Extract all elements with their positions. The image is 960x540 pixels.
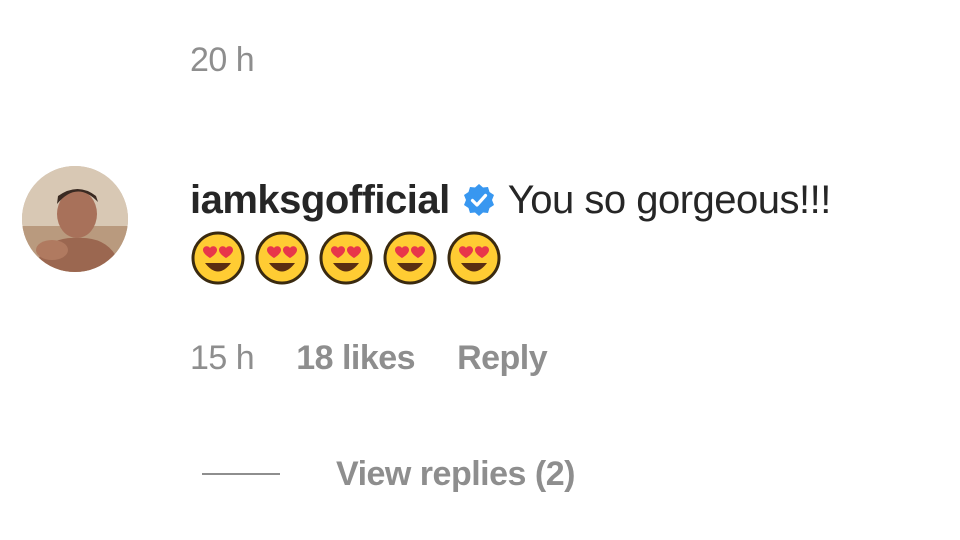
comment-meta: 15 h 18 likes Reply xyxy=(190,336,548,380)
comment-thread: 20 h iamksgofficial You so gorgeous!!! 1… xyxy=(0,0,960,540)
heart-eyes-emoji xyxy=(447,231,501,285)
view-replies-button[interactable]: View replies (2) xyxy=(202,452,575,496)
reply-button[interactable]: Reply xyxy=(457,336,548,380)
avatar-photo xyxy=(22,166,128,272)
heart-eyes-emoji xyxy=(383,231,437,285)
heart-eyes-emoji xyxy=(191,231,245,285)
avatar[interactable] xyxy=(22,166,128,272)
replies-divider-line xyxy=(202,473,280,475)
comment-username[interactable]: iamksgofficial xyxy=(190,178,450,223)
comment-emoji-row xyxy=(190,230,502,288)
comment-likes-count[interactable]: 18 likes xyxy=(296,336,415,380)
comment-timestamp[interactable]: 15 h xyxy=(190,336,255,380)
verified-badge-icon xyxy=(463,184,494,216)
heart-eyes-emoji xyxy=(255,231,309,285)
view-replies-label: View replies (2) xyxy=(336,455,575,493)
comment-body: iamksgofficial You so gorgeous!!! xyxy=(190,172,831,228)
comment-text: You so gorgeous!!! xyxy=(507,177,832,222)
previous-comment-timestamp: 20 h xyxy=(190,41,255,79)
heart-eyes-emoji xyxy=(319,231,373,285)
